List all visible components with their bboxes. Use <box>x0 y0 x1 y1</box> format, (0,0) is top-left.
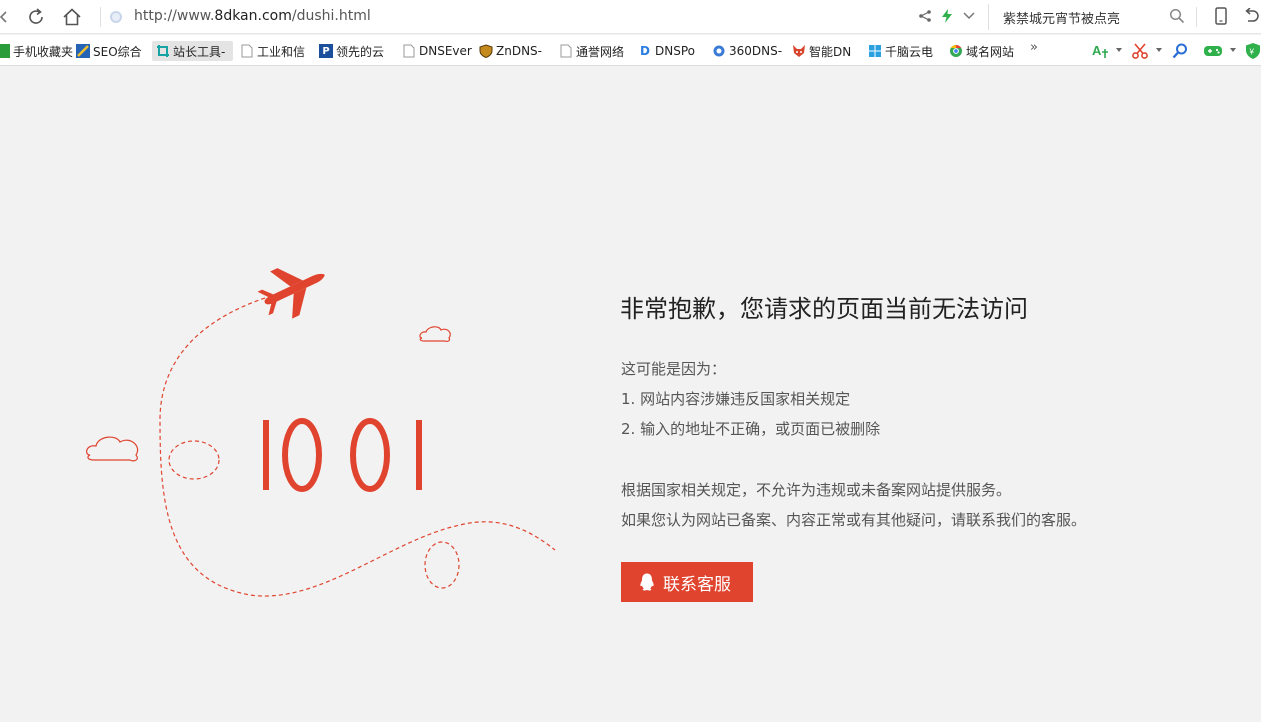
separator <box>100 7 101 27</box>
bookmark-label: 领先的云 <box>336 44 385 59</box>
bookmark-item[interactable]: 通誉网络 <box>559 41 624 61</box>
separator <box>1196 7 1197 27</box>
contact-support-button[interactable]: 联系客服 <box>621 562 753 602</box>
bookmark-item[interactable]: DNSEver <box>402 41 472 61</box>
bookmark-item[interactable]: P 领先的云 <box>319 41 384 61</box>
svg-text:¥: ¥ <box>1249 48 1255 57</box>
error-code-graphic <box>263 418 422 492</box>
bookmark-label: ZnDNS- <box>496 44 542 58</box>
search-text[interactable]: 紫禁城元宵节被点亮 <box>1003 8 1120 27</box>
seo-icon <box>76 44 90 58</box>
bookmark-label: 千脑云电 <box>885 44 934 59</box>
translate-icon[interactable]: A <box>1090 41 1110 61</box>
360-icon <box>712 44 726 58</box>
scissors-icon[interactable] <box>1130 41 1150 61</box>
magnifier-icon[interactable] <box>1170 41 1190 61</box>
reload-icon[interactable] <box>24 5 48 29</box>
search-box[interactable]: 紫禁城元宵节被点亮 <box>988 4 1193 30</box>
bookmark-item[interactable]: 工业和信 <box>240 41 305 61</box>
chevron-down-icon[interactable] <box>958 5 980 27</box>
policy-note: 根据国家相关规定，不允许为违规或未备案网站提供服务。 <box>621 481 1012 499</box>
share-icon[interactable] <box>914 5 936 27</box>
qq-icon <box>637 572 657 592</box>
gamepad-icon[interactable] <box>1203 41 1223 61</box>
bookmark-item[interactable]: 千脑云电 <box>868 41 933 61</box>
path-loop <box>168 440 220 480</box>
bookmarks-bar: 手机收藏夹 SEO综合 站长工具- 工业和信 P 领先的云 DNSEver Zn… <box>0 35 1261 66</box>
dnspod-icon: D <box>640 44 650 58</box>
bookmark-label: DNSPo <box>655 44 695 58</box>
home-icon[interactable] <box>60 5 84 29</box>
mobile-icon <box>0 44 10 58</box>
chinaz-icon <box>156 44 170 58</box>
bookmark-item[interactable]: 站长工具- <box>152 41 233 61</box>
bookmark-label: 站长工具- <box>173 44 226 59</box>
chevron-down-icon[interactable] <box>1116 48 1122 52</box>
url-prefix: http://www. <box>134 8 215 24</box>
p-logo-icon: P <box>319 44 333 58</box>
chevron-left-icon[interactable] <box>0 5 16 29</box>
reason-item: 1. 网站内容涉嫌违反国家相关规定 <box>621 390 851 408</box>
page-icon <box>402 44 416 58</box>
url-path: /dushi.html <box>291 8 371 24</box>
contact-note: 如果您认为网站已备案、内容正常或有其他疑问，请联系我们的客服。 <box>621 511 1087 529</box>
bookmark-item[interactable]: D DNSPo <box>638 41 695 61</box>
path-loop <box>424 541 460 589</box>
bookmark-item[interactable]: 360DNS- <box>712 41 782 61</box>
bookmark-label: 360DNS- <box>729 44 783 58</box>
svg-text:A: A <box>1092 43 1102 58</box>
bookmark-label: DNSEver <box>419 44 472 58</box>
security-shield-icon[interactable]: ¥ <box>1243 41 1261 61</box>
contact-support-label: 联系客服 <box>663 574 731 595</box>
reason-item: 2. 输入的地址不正确，或页面已被删除 <box>621 420 881 438</box>
chevron-down-icon[interactable] <box>1156 48 1162 52</box>
lightning-icon[interactable] <box>936 5 958 27</box>
chevron-down-icon[interactable] <box>1230 48 1236 52</box>
phone-icon[interactable] <box>1210 5 1232 27</box>
url-field[interactable]: http://www.8dkan.com/dushi.html <box>134 8 371 24</box>
error-illustration <box>70 250 570 620</box>
fox-icon <box>792 44 806 58</box>
bookmark-label: 工业和信 <box>257 44 306 59</box>
reason-intro: 这可能是因为： <box>621 360 727 378</box>
cloud-icon <box>86 436 139 462</box>
bookmarks-more-button[interactable]: » <box>1030 40 1038 55</box>
cloud-icon <box>419 326 451 342</box>
site-info-icon[interactable] <box>110 11 122 23</box>
bookmark-item[interactable]: 手机收藏夹 <box>0 41 73 61</box>
bookmark-item[interactable]: SEO综合 <box>76 41 142 61</box>
bookmark-label: SEO综合 <box>93 44 142 59</box>
page-title: 非常抱歉，您请求的页面当前无法访问 <box>620 295 1028 323</box>
address-bar: http://www.8dkan.com/dushi.html 紫禁城元宵节被点… <box>0 0 1261 34</box>
bookmark-label: 域名网站 <box>966 44 1015 59</box>
undo-icon[interactable] <box>1240 5 1261 27</box>
airplane-icon <box>257 268 325 319</box>
windows-icon <box>868 44 882 58</box>
bookmark-item[interactable]: 智能DN <box>792 41 851 61</box>
bookmark-item[interactable]: ZnDNS- <box>479 41 542 61</box>
shield-icon <box>479 44 493 58</box>
page-icon <box>559 44 573 58</box>
flight-path <box>159 297 556 597</box>
url-domain: 8dkan.com <box>214 8 292 24</box>
bookmark-label: 手机收藏夹 <box>13 44 74 59</box>
chrome-icon <box>949 44 963 58</box>
bookmark-label: 智能DN <box>809 44 852 59</box>
page-icon <box>240 44 254 58</box>
bookmark-item[interactable]: 域名网站 <box>949 41 1014 61</box>
search-icon[interactable] <box>1166 5 1188 27</box>
bookmark-label: 通誉网络 <box>576 44 625 59</box>
